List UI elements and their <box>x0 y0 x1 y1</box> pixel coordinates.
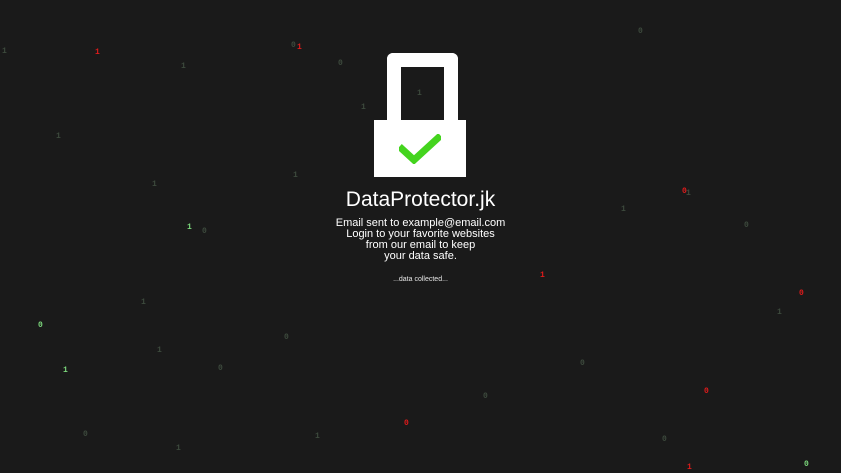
status-text: ...data collected... <box>393 276 448 283</box>
padlock-icon <box>374 53 466 177</box>
confirmation-message: Email sent to example@email.com Login to… <box>0 218 841 262</box>
center-panel: DataProtector.jk Email sent to example@e… <box>0 0 841 473</box>
padlock-body <box>374 120 466 177</box>
app-title: DataProtector.jk <box>345 188 496 211</box>
checkmark-icon <box>399 134 441 164</box>
message-line: your data safe. <box>384 250 457 262</box>
app-screen: 1101001111110110101011010000010110100 Da… <box>0 0 841 473</box>
